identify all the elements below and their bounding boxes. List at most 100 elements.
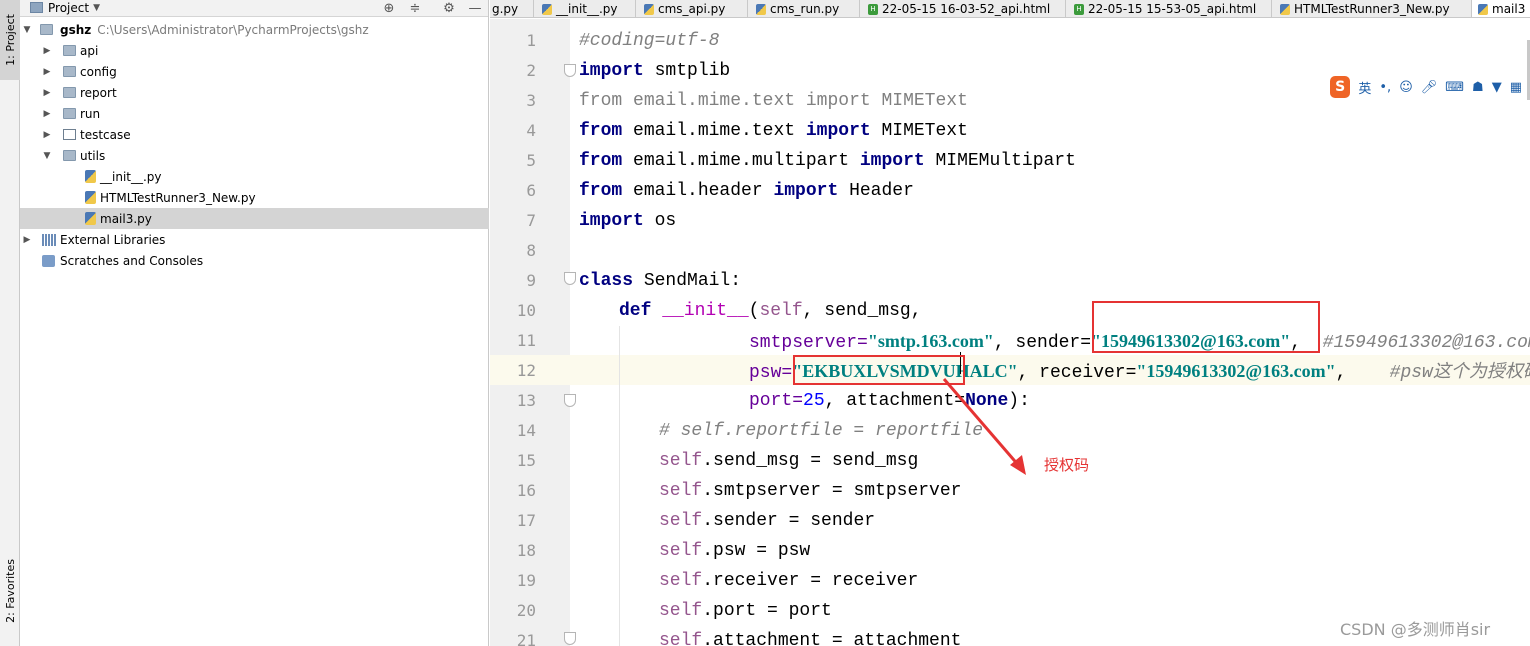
ime-toolbar[interactable]: S 英 •, ☺ 🎤︎ ⌨ ☗ ▼ ▦ bbox=[1330, 74, 1530, 100]
line-number: 6 bbox=[526, 181, 536, 200]
tree-item-label: Scratches and Consoles bbox=[60, 253, 204, 268]
editor-tab[interactable]: H 22-05-15 15-53-05_api.html bbox=[1066, 0, 1272, 17]
tree-item-api[interactable]: ▶ api bbox=[20, 40, 489, 61]
tree-item-testcase[interactable]: ▶ testcase bbox=[20, 124, 489, 145]
tree-item-htmltestrunner[interactable]: HTMLTestRunner3_New.py bbox=[20, 187, 489, 208]
tree-item-label: __init__.py bbox=[100, 169, 162, 184]
tab-label: 22-05-15 15-53-05_api.html bbox=[1088, 2, 1257, 16]
line-number: 14 bbox=[516, 421, 536, 440]
favorites-tool-tab[interactable]: 2: Favorites bbox=[0, 536, 20, 646]
chevron-right-icon[interactable]: ▶ bbox=[42, 124, 52, 145]
tree-item-label: report bbox=[80, 85, 117, 100]
fold-marker-icon[interactable] bbox=[564, 272, 576, 285]
ime-language-toggle[interactable]: 英 bbox=[1358, 78, 1371, 97]
chevron-right-icon[interactable]: ▶ bbox=[42, 61, 52, 82]
highlight-box-sender bbox=[1092, 301, 1320, 353]
tab-label: 22-05-15 16-03-52_api.html bbox=[882, 2, 1051, 16]
editor-tab[interactable]: HTMLTestRunner3_New.py bbox=[1272, 0, 1472, 17]
punctuation-icon[interactable]: •, bbox=[1379, 80, 1391, 95]
code-line-7: import os bbox=[579, 211, 677, 231]
code-line-3: from email.mime.text import MIMEText bbox=[579, 91, 968, 111]
menu-icon[interactable]: ▦ bbox=[1510, 80, 1522, 95]
minimize-icon[interactable]: — bbox=[466, 0, 484, 17]
line-number: 15 bbox=[516, 451, 536, 470]
chevron-right-icon[interactable]: ▶ bbox=[42, 103, 52, 124]
locate-icon[interactable]: ⊕ bbox=[380, 0, 398, 17]
line-number: 12 bbox=[516, 361, 536, 380]
tab-label: HTMLTestRunner3_New.py bbox=[1294, 2, 1450, 16]
editor-tab-bar: g.py __init__.py cms_api.py cms_run.py H… bbox=[490, 0, 1530, 18]
tree-item-scratches[interactable]: Scratches and Consoles bbox=[20, 250, 489, 271]
tree-item-init-py[interactable]: __init__.py bbox=[20, 166, 489, 187]
fold-marker-icon[interactable] bbox=[564, 632, 576, 645]
line-number: 21 bbox=[516, 631, 536, 646]
tool-window-strip: 1: Project 2: Favorites bbox=[0, 0, 20, 646]
line-number: 4 bbox=[526, 121, 536, 140]
line-number: 9 bbox=[526, 271, 536, 290]
editor-tab[interactable]: cms_api.py bbox=[636, 0, 748, 17]
user-icon[interactable]: ☗ bbox=[1472, 80, 1484, 95]
project-panel-title[interactable]: Project bbox=[48, 1, 89, 15]
tab-label: cms_run.py bbox=[770, 2, 840, 16]
line-number: 18 bbox=[516, 541, 536, 560]
tree-item-config[interactable]: ▶ config bbox=[20, 61, 489, 82]
line-number: 3 bbox=[526, 91, 536, 110]
line-number: 19 bbox=[516, 571, 536, 590]
editor-tab[interactable]: __init__.py bbox=[534, 0, 636, 17]
project-tool-tab[interactable]: 1: Project bbox=[0, 0, 20, 80]
code-line-21: self.attachment = attachment bbox=[659, 631, 962, 646]
line-number: 8 bbox=[526, 241, 536, 260]
python-file-icon bbox=[85, 170, 96, 183]
folder-icon bbox=[40, 24, 53, 35]
folder-icon bbox=[63, 129, 76, 140]
tree-item-gshz[interactable]: ▼ gshz C:\Users\Administrator\PycharmProj… bbox=[20, 19, 489, 40]
editor-tab-active[interactable]: mail3 bbox=[1472, 0, 1530, 17]
fold-marker-icon[interactable] bbox=[564, 64, 576, 77]
editor-tab[interactable]: H 22-05-15 16-03-52_api.html bbox=[860, 0, 1066, 17]
html-file-icon: H bbox=[868, 3, 878, 15]
chevron-down-icon[interactable]: ▼ bbox=[22, 19, 32, 40]
line-number: 20 bbox=[516, 601, 536, 620]
line-number: 16 bbox=[516, 481, 536, 500]
keyboard-icon[interactable]: ⌨ bbox=[1445, 80, 1464, 95]
emoji-icon[interactable]: ☺ bbox=[1399, 80, 1413, 95]
code-line-1: #coding=utf-8 bbox=[579, 31, 720, 51]
tree-item-external-libraries[interactable]: ▶ External Libraries bbox=[20, 229, 489, 250]
tree-item-label: run bbox=[80, 106, 101, 121]
microphone-icon[interactable]: 🎤︎ bbox=[1421, 80, 1438, 95]
code-line-14: # self.reportfile = reportfile bbox=[659, 421, 984, 441]
chevron-right-icon[interactable]: ▶ bbox=[22, 229, 32, 250]
python-file-icon bbox=[644, 3, 654, 15]
collapse-all-icon[interactable]: ≑ bbox=[406, 0, 424, 17]
chevron-down-icon[interactable]: ▼ bbox=[93, 3, 100, 13]
chevron-right-icon[interactable]: ▶ bbox=[42, 82, 52, 103]
editor-tab[interactable]: cms_run.py bbox=[748, 0, 860, 17]
tree-item-label: External Libraries bbox=[60, 232, 166, 247]
tab-label: g.py bbox=[492, 2, 519, 16]
sogou-logo-icon[interactable]: S bbox=[1330, 76, 1351, 98]
tree-item-label: HTMLTestRunner3_New.py bbox=[100, 190, 256, 205]
folder-icon bbox=[63, 87, 76, 98]
tree-item-utils[interactable]: ▼ utils bbox=[20, 145, 489, 166]
tree-item-report[interactable]: ▶ report bbox=[20, 82, 489, 103]
fold-marker-icon[interactable] bbox=[564, 394, 576, 407]
editor-tab[interactable]: g.py bbox=[490, 0, 534, 17]
chevron-right-icon[interactable]: ▶ bbox=[42, 40, 52, 61]
skin-icon[interactable]: ▼ bbox=[1492, 80, 1502, 95]
tab-label: __init__.py bbox=[556, 2, 618, 16]
gear-icon[interactable]: ⚙ bbox=[440, 0, 458, 17]
python-file-icon bbox=[85, 212, 96, 225]
code-line-10: def __init__(self, send_msg, bbox=[619, 301, 922, 321]
line-number: 11 bbox=[516, 331, 536, 350]
tree-item-run[interactable]: ▶ run bbox=[20, 103, 489, 124]
folder-icon bbox=[63, 150, 76, 161]
chevron-down-icon[interactable]: ▼ bbox=[42, 145, 52, 166]
watermark: CSDN @多测师肖sir bbox=[1340, 620, 1491, 639]
code-line-18: self.psw = psw bbox=[659, 541, 811, 561]
project-path: C:\Users\Administrator\PycharmProjects\g… bbox=[97, 22, 369, 37]
tree-item-label: gshz bbox=[60, 22, 92, 37]
tree-item-mail3-py[interactable]: mail3.py bbox=[20, 208, 489, 229]
project-panel-header: Project ▼ ⊕ ≑ ⚙ — bbox=[20, 0, 488, 17]
code-line-9: class SendMail: bbox=[579, 271, 742, 291]
code-line-19: self.receiver = receiver bbox=[659, 571, 919, 591]
